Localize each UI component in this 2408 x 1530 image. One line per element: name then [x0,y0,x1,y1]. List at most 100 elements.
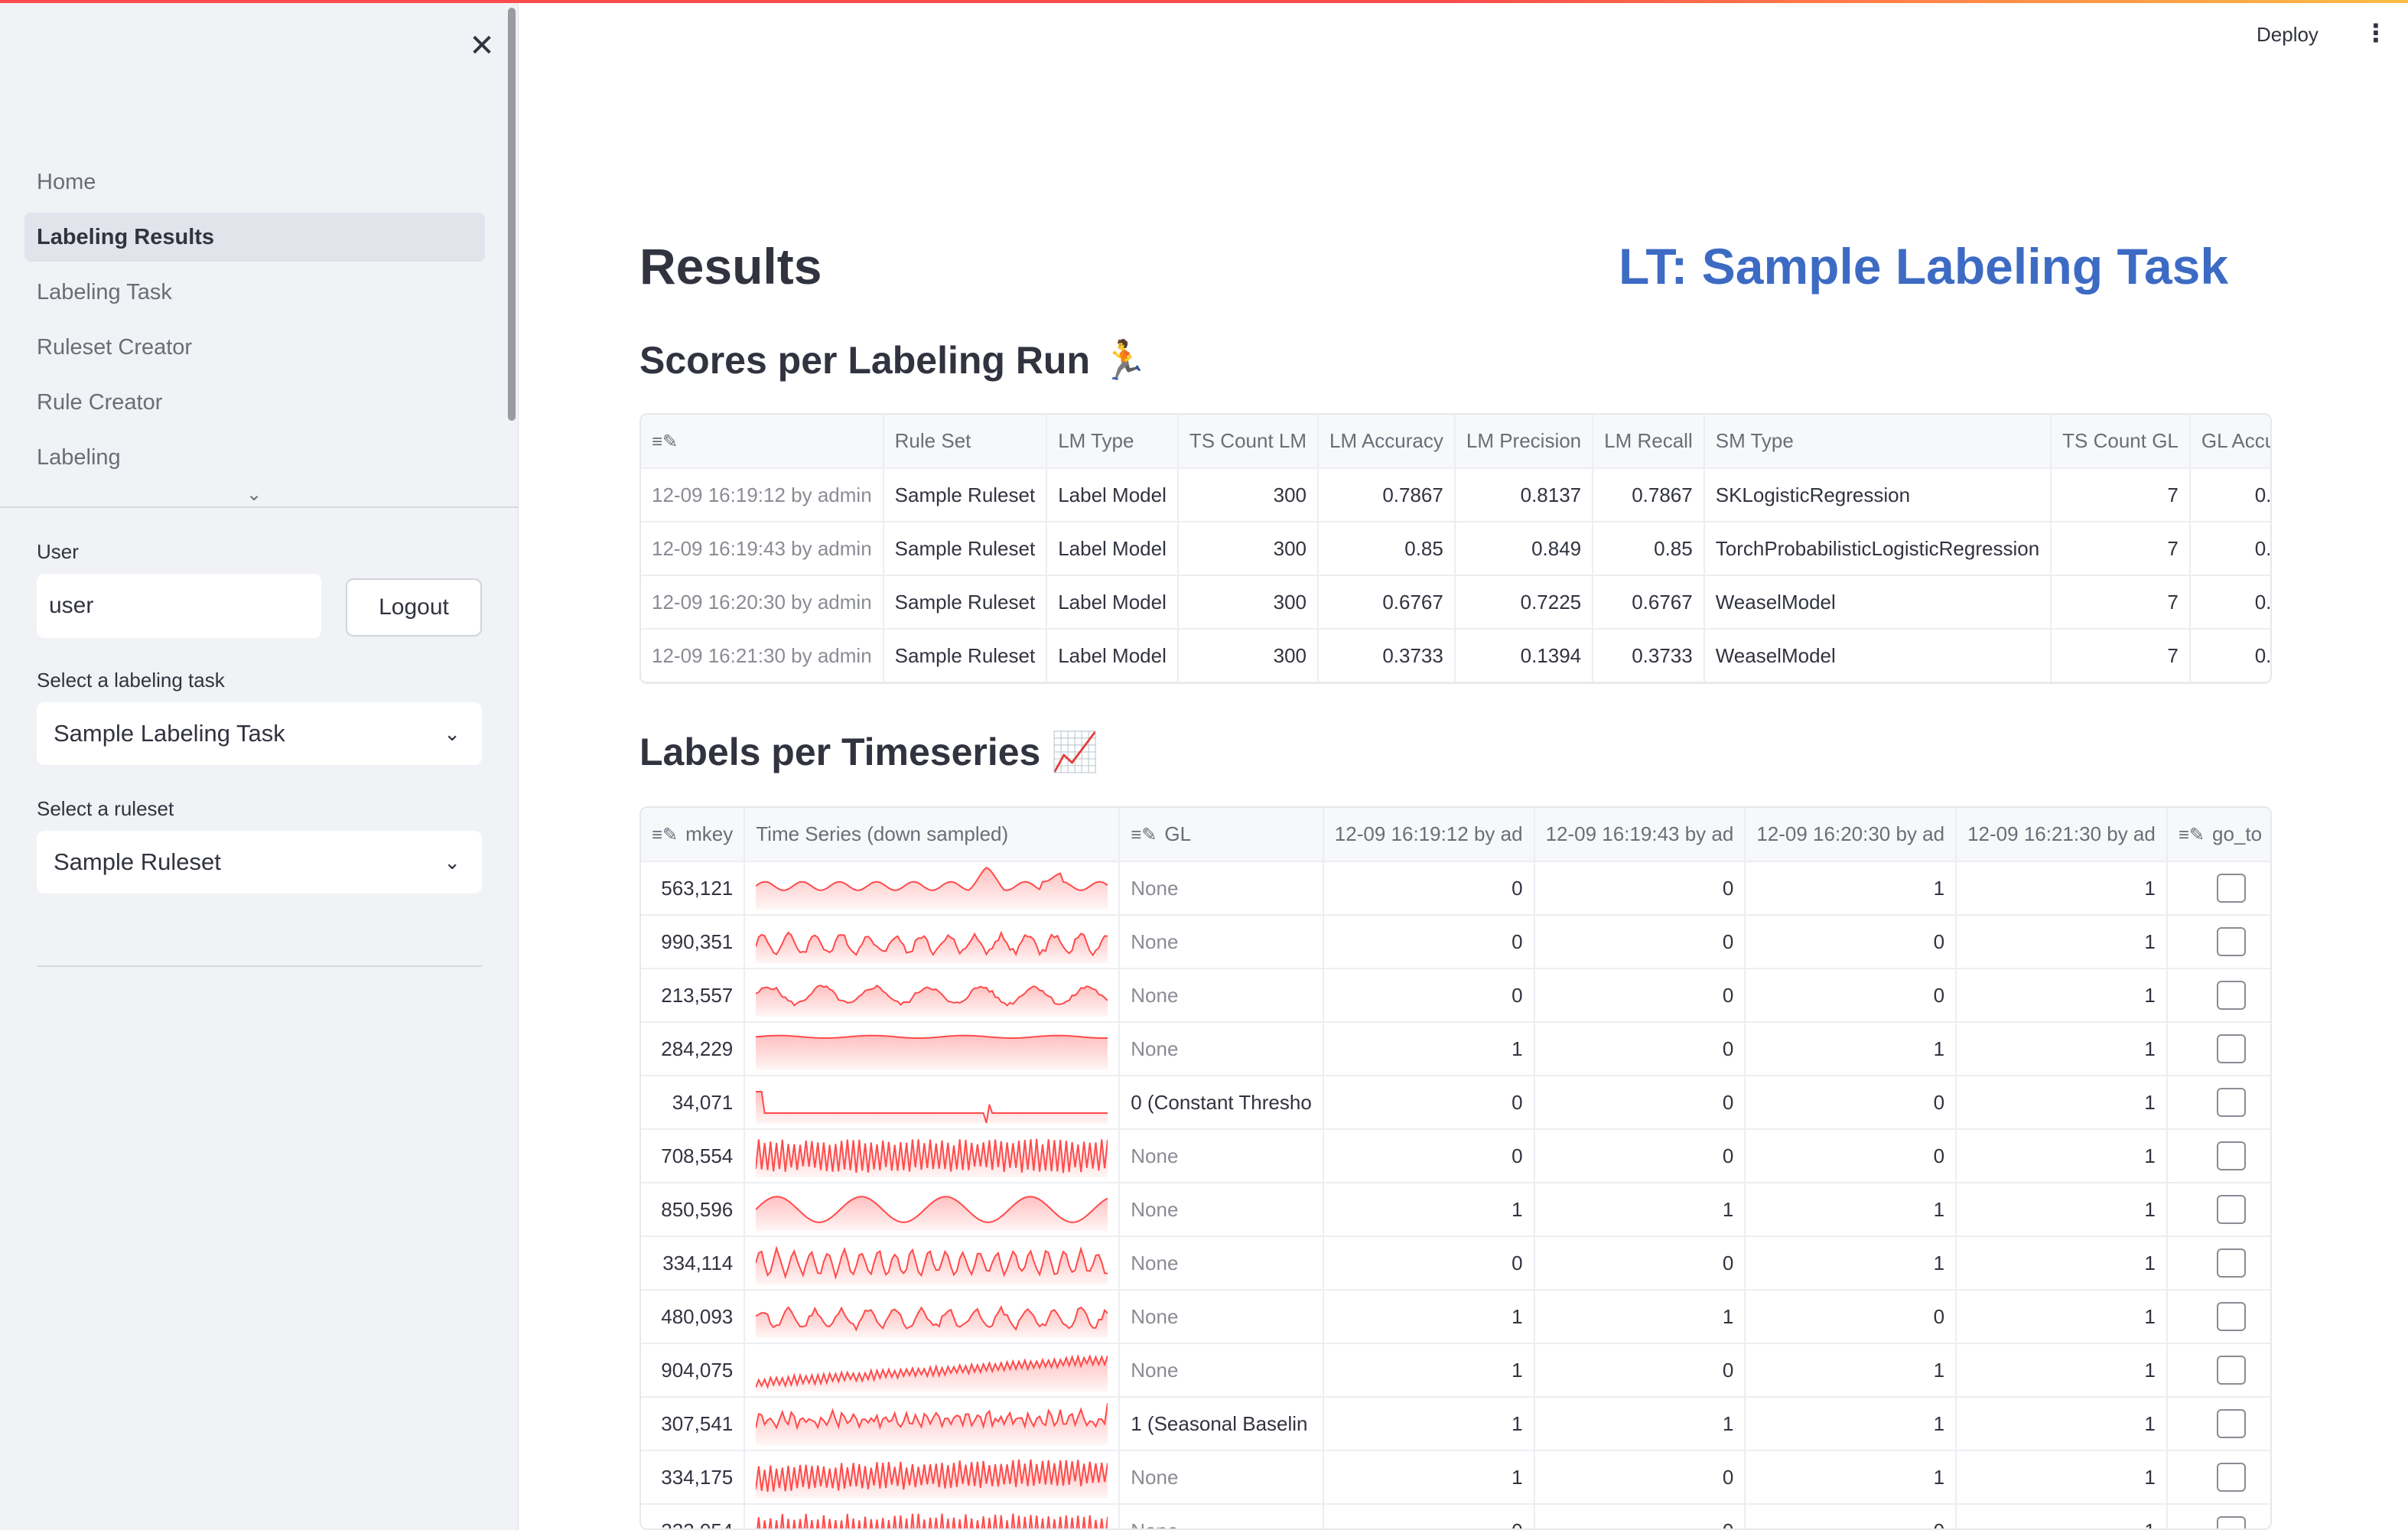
table-cell[interactable]: Sample Ruleset [883,629,1048,682]
column-header[interactable]: 12-09 16:21:30 by ad [1956,808,2168,862]
column-header[interactable]: LM Precision [1454,415,1594,469]
table-cell[interactable]: WeaselModel [1703,575,2052,630]
table-row[interactable]: 334,175 None 1 0 1 1 [641,1450,2270,1505]
table-cell[interactable]: 0.85 [1593,522,1705,576]
column-header[interactable]: ≡✎ go_to [2166,808,2270,862]
label-cell[interactable]: 1 [1956,1290,2168,1344]
go-to-checkbox[interactable] [2216,1409,2246,1438]
column-header[interactable]: TS Count LM [1177,415,1320,469]
row-index-cell[interactable]: 12-09 16:20:30 by admin [641,575,884,630]
table-cell[interactable]: WeaselModel [1703,629,2052,682]
label-cell[interactable]: 1 [1956,1450,2168,1505]
table-cell[interactable]: 0.85 [1318,522,1456,576]
mkey-cell[interactable]: 990,351 [641,915,746,969]
mkey-cell[interactable]: 34,071 [641,1076,746,1130]
table-cell[interactable]: 0.8137 [1454,468,1594,522]
label-cell[interactable]: 1 [1323,1183,1535,1237]
go-to-checkbox[interactable] [2216,1088,2246,1117]
label-cell[interactable]: 0 [1534,1504,1746,1528]
table-cell[interactable]: 0.4 [2189,629,2270,682]
label-cell[interactable]: 0 [1534,1343,1746,1398]
table-cell[interactable]: Label Model [1046,575,1179,630]
label-cell[interactable]: 1 [1956,1022,2168,1076]
table-row[interactable]: 222,054 None0001 [641,1504,2270,1528]
label-cell[interactable]: 0 [1534,1236,1746,1291]
gl-cell[interactable]: None [1119,1129,1324,1183]
go-to-checkbox[interactable] [2216,874,2246,903]
table-cell[interactable]: 0.4 [2189,575,2270,630]
table-cell[interactable]: SKLogisticRegression [1703,468,2052,522]
label-cell[interactable]: 0 [1534,1450,1746,1505]
row-index-cell[interactable]: 12-09 16:21:30 by admin [641,629,884,682]
label-cell[interactable]: 0 [1323,1236,1535,1291]
task-select[interactable]: Sample Labeling Task ⌄ [37,702,482,765]
label-cell[interactable]: 1 [1745,1236,1957,1291]
mkey-cell[interactable]: 307,541 [641,1397,746,1451]
label-cell[interactable]: 1 [1745,1022,1957,1076]
table-row[interactable]: 850,596 None 1 1 1 1 [641,1183,2270,1237]
go-to-checkbox[interactable] [2216,1463,2246,1492]
label-cell[interactable]: 1 [1745,1397,1957,1451]
sidebar-item-ruleset-creator[interactable]: Ruleset Creator [24,323,485,372]
label-cell[interactable]: 1 [1745,1450,1957,1505]
label-cell[interactable]: 1 [1323,1450,1535,1505]
table-cell[interactable]: 0.3733 [1318,629,1456,682]
table-cell[interactable]: 300 [1177,575,1320,630]
gl-cell[interactable]: 1 (Seasonal Baselin [1119,1397,1324,1451]
column-header[interactable]: TS Count GL [2051,415,2191,469]
table-row[interactable]: 334,114 None 0 0 1 1 [641,1236,2270,1291]
label-cell[interactable]: 0 [1534,1129,1746,1183]
column-header[interactable]: Time Series (down sampled) [744,808,1121,862]
table-cell[interactable]: 7 [2051,575,2191,630]
label-cell[interactable]: 1 [1956,968,2168,1023]
deploy-button[interactable]: Deploy [2257,23,2319,47]
row-index-cell[interactable]: 12-09 16:19:12 by admin [641,468,884,522]
column-header[interactable]: 12-09 16:20:30 by ad [1745,808,1957,862]
gl-cell[interactable]: None [1119,1290,1324,1344]
table-cell[interactable]: 300 [1177,629,1320,682]
table-row[interactable]: 213,557 None 0 0 0 1 [641,968,2270,1023]
label-cell[interactable]: 0 [1534,1022,1746,1076]
gl-cell[interactable]: 0 (Constant Thresho [1119,1076,1324,1130]
go-to-checkbox[interactable] [2216,1034,2246,1063]
sidebar-item-labeling[interactable]: Labeling [24,433,485,482]
gl-cell[interactable]: None [1119,1343,1324,1398]
label-cell[interactable]: 1 [1323,1343,1535,1398]
sidebar-item-labeling-task[interactable]: Labeling Task [24,268,485,317]
label-cell[interactable]: 1 [1323,1397,1535,1451]
go-to-checkbox[interactable] [2216,1302,2246,1331]
table-cell[interactable]: 0.6767 [1593,575,1705,630]
label-cell[interactable]: 0 [1745,1504,1957,1528]
table-cell[interactable]: 0.6767 [1318,575,1456,630]
table-cell[interactable]: Label Model [1046,468,1179,522]
label-cell[interactable]: 1 [1956,1076,2168,1130]
table-cell[interactable]: 0.849 [1454,522,1594,576]
column-header[interactable]: 12-09 16:19:12 by ad [1323,808,1535,862]
more-menu-icon[interactable]: ⋮ [2364,18,2388,47]
label-cell[interactable]: 0 [1534,968,1746,1023]
table-cell[interactable]: 7 [2051,522,2191,576]
table-cell[interactable]: 0.5 [2189,522,2270,576]
label-cell[interactable]: 0 [1323,968,1535,1023]
label-cell[interactable]: 0 [1323,1076,1535,1130]
go-to-checkbox[interactable] [2216,1141,2246,1170]
label-cell[interactable]: 1 [1956,861,2168,916]
label-cell[interactable]: 1 [1956,1343,2168,1398]
sidebar-item-labeling-results[interactable]: Labeling Results [24,213,485,262]
table-cell[interactable]: 0.4 [2189,468,2270,522]
gl-cell[interactable]: None [1119,1236,1324,1291]
mkey-cell[interactable]: 563,121 [641,861,746,916]
table-cell[interactable]: 0.3733 [1593,629,1705,682]
mkey-cell[interactable]: 213,557 [641,968,746,1023]
table-cell[interactable]: 7 [2051,468,2191,522]
gl-cell[interactable]: None [1119,968,1324,1023]
table-cell[interactable]: 0.1394 [1454,629,1594,682]
go-to-checkbox[interactable] [2216,927,2246,956]
table-row[interactable]: 307,541 1 (Seasonal Baselin 1 1 1 1 [641,1397,2270,1451]
labels-table[interactable]: ≡✎ mkey Time Series (down sampled) ≡✎ GL 12-0… [639,806,2272,1530]
table-row[interactable]: 12-09 16:19:43 by admin Sample Ruleset Lab… [641,522,2270,576]
mkey-cell[interactable]: 480,093 [641,1290,746,1344]
label-cell[interactable]: 0 [1745,968,1957,1023]
label-cell[interactable]: 1 [1956,1397,2168,1451]
table-row[interactable]: 990,351 None 0 0 0 1 [641,915,2270,969]
